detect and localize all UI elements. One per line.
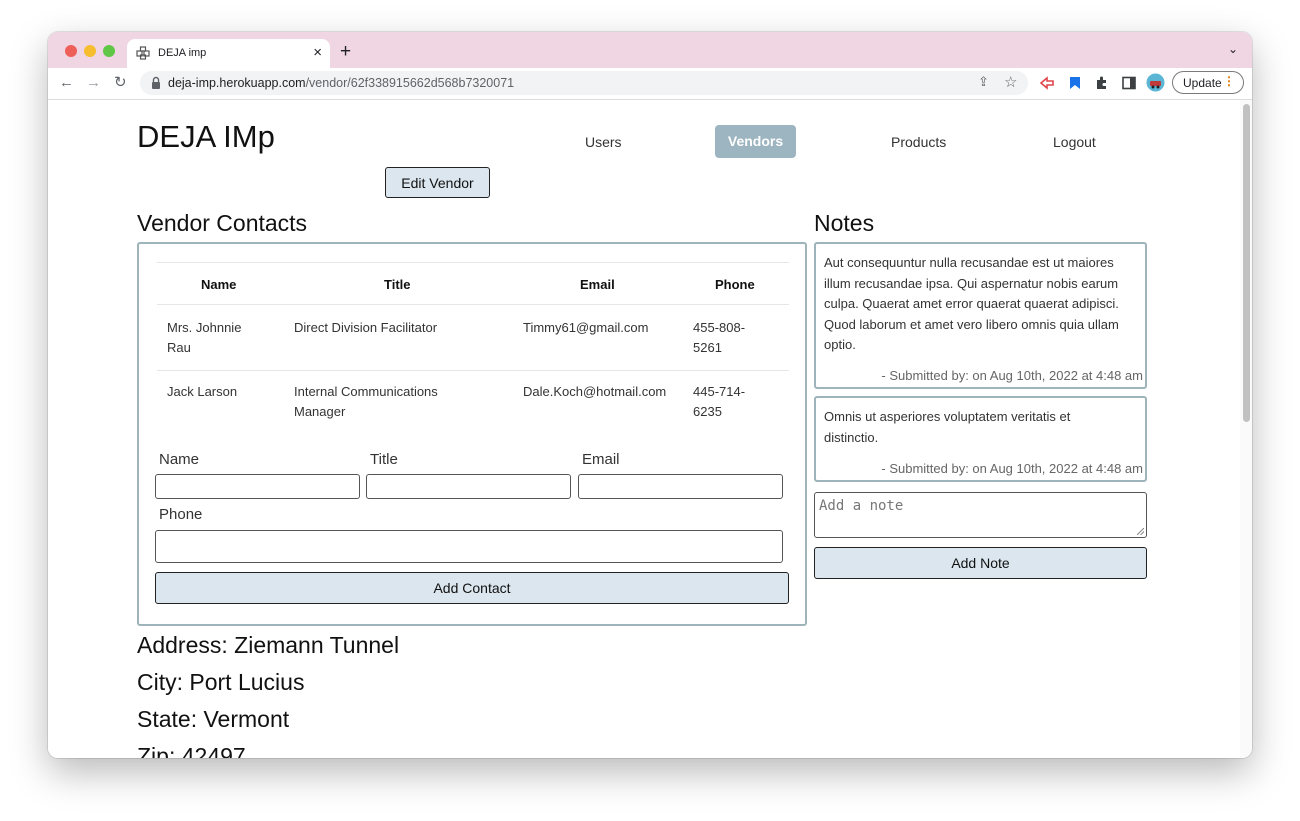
cell-email: Timmy61@gmail.com <box>523 320 649 335</box>
tab-title: DEJA imp <box>158 47 207 59</box>
contacts-panel: Name Title Email Phone Mrs. Johnnie Rau … <box>137 242 807 626</box>
notes-heading: Notes <box>814 210 875 236</box>
more-options-icon: ⋮ <box>1223 74 1235 88</box>
add-note-button[interactable]: Add Note <box>814 547 1147 579</box>
note-line: Aut consequuntur nulla recusandae est ut… <box>824 255 1114 270</box>
note-text: Aut consequuntur nulla recusandae est ut… <box>824 253 1140 356</box>
side-panel-icon[interactable] <box>1121 75 1137 91</box>
tab-strip: DEJA imp × + ⌄ <box>48 32 1252 68</box>
url-text: deja-imp.herokuapp.com/vendor/62f3389156… <box>168 76 514 90</box>
note-text: Omnis ut asperiores voluptatem veritatis… <box>824 407 1140 448</box>
phone-field-label: Phone <box>159 506 203 523</box>
note-card: Omnis ut asperiores voluptatem veritatis… <box>814 396 1147 482</box>
url-path: /vendor/62f338915662d568b7320071 <box>305 76 515 90</box>
note-line: optio. <box>824 337 856 352</box>
forward-icon[interactable]: → <box>86 72 101 94</box>
profile-avatar-icon[interactable] <box>1146 73 1165 92</box>
add-note-textarea[interactable]: Add a note <box>814 492 1147 538</box>
contact-title-input[interactable] <box>366 474 571 499</box>
close-window-button[interactable] <box>65 45 77 57</box>
table-top-border <box>157 262 789 263</box>
bookmark-star-icon[interactable]: ☆ <box>1004 73 1017 91</box>
address-bar[interactable]: deja-imp.herokuapp.com/vendor/62f3389156… <box>140 71 1028 95</box>
cell-email: Dale.Koch@hotmail.com <box>523 384 667 399</box>
browser-toolbar: ← → ↻ deja-imp.herokuapp.com/vendor/62f3… <box>48 68 1252 100</box>
browser-window: DEJA imp × + ⌄ ← → ↻ deja-imp.herokuapp.… <box>48 32 1252 758</box>
note-line: Omnis ut asperiores voluptatem veritatis… <box>824 409 1071 424</box>
page-content: DEJA IMp Users Vendors Products Logout E… <box>48 100 1252 758</box>
column-header-phone: Phone <box>715 277 755 292</box>
nav-users[interactable]: Users <box>585 134 622 150</box>
cell-title-line: Internal Communications <box>294 384 438 399</box>
site-favicon-icon <box>136 46 150 60</box>
cell-name-line: Mrs. Johnnie <box>167 320 242 335</box>
cell-title-line: Manager <box>294 404 346 419</box>
contacts-heading: Vendor Contacts <box>137 210 308 236</box>
cell-title: Internal Communications Manager <box>294 382 438 422</box>
cell-name-line: Jack Larson <box>167 384 238 399</box>
url-host: deja-imp.herokuapp.com <box>168 76 306 90</box>
edit-vendor-button[interactable]: Edit Vendor <box>385 167 490 198</box>
extensions-puzzle-icon[interactable] <box>1094 75 1110 91</box>
tab-close-icon[interactable]: × <box>313 44 322 62</box>
cell-title-line: Direct Division Facilitator <box>294 320 438 335</box>
contact-email-input[interactable] <box>578 474 783 499</box>
cell-phone-line: 6235 <box>693 404 722 419</box>
zoom-window-button[interactable] <box>103 45 115 57</box>
name-field-label: Name <box>159 451 200 468</box>
vendor-zip: Zip: 42497 <box>137 743 246 758</box>
note-line: Quod laborum et amet vero libero omnis q… <box>824 316 1119 332</box>
lock-icon <box>152 76 160 89</box>
reload-icon[interactable]: ↻ <box>114 72 127 94</box>
note-line: illum recusandae ipsa. Qui aspernatur no… <box>824 275 1119 291</box>
cell-name-line: Rau <box>167 340 191 355</box>
cell-name: Jack Larson <box>167 382 237 402</box>
minimize-window-button[interactable] <box>84 45 96 57</box>
nav-logout[interactable]: Logout <box>1053 134 1096 150</box>
note-card: Aut consequuntur nulla recusandae est ut… <box>814 242 1147 389</box>
note-placeholder: Add a note <box>819 498 904 514</box>
column-header-email: Email <box>580 277 615 292</box>
cell-phone-line: 5261 <box>693 340 722 355</box>
cell-phone: 455-808- 5261 <box>693 318 745 358</box>
vendor-address: Address: Ziemann Tunnel <box>137 632 400 658</box>
cell-title: Direct Division Facilitator <box>294 318 437 338</box>
vendor-state: State: Vermont <box>137 706 290 732</box>
note-line: distinctio. <box>824 429 879 445</box>
column-header-title: Title <box>384 277 411 292</box>
row-divider <box>157 370 789 371</box>
update-button[interactable]: Update ⋮ <box>1172 71 1244 94</box>
cell-name: Mrs. Johnnie Rau <box>167 318 241 358</box>
add-contact-button[interactable]: Add Contact <box>155 572 789 604</box>
note-submitted-meta: - Submitted by: on Aug 10th, 2022 at 4:4… <box>881 368 1143 383</box>
column-header-name: Name <box>201 277 237 292</box>
browser-tab[interactable]: DEJA imp × <box>127 39 330 68</box>
vendor-city: City: Port Lucius <box>137 669 305 695</box>
extension-bookmark-blue-icon[interactable] <box>1067 75 1083 91</box>
note-line: culpa. Quaerat amet error quaerat quaera… <box>824 296 1119 311</box>
tab-search-icon[interactable]: ⌄ <box>1228 42 1238 56</box>
contact-name-input[interactable] <box>155 474 360 499</box>
brand-title: DEJA IMp <box>137 119 275 154</box>
email-field-label: Email <box>582 451 620 468</box>
nav-vendors[interactable]: Vendors <box>715 125 796 158</box>
note-submitted-meta: - Submitted by: on Aug 10th, 2022 at 4:4… <box>881 461 1143 476</box>
extension-red-arrow-icon[interactable] <box>1039 75 1055 91</box>
title-field-label: Title <box>370 451 398 468</box>
cell-phone: 445-714- 6235 <box>693 382 745 422</box>
share-icon[interactable]: ⇪ <box>978 74 989 90</box>
cell-phone-line: 455-808- <box>693 320 746 335</box>
back-icon[interactable]: ← <box>59 72 74 94</box>
update-label: Update <box>1183 76 1222 90</box>
contact-phone-input[interactable] <box>155 530 783 563</box>
resize-grip-icon[interactable] <box>1137 528 1144 535</box>
nav-products[interactable]: Products <box>891 134 946 150</box>
page-scrollbar[interactable] <box>1240 100 1252 758</box>
cell-phone-line: 445-714- <box>693 384 746 399</box>
new-tab-icon[interactable]: + <box>340 42 351 62</box>
table-header-border <box>157 304 789 305</box>
scrollbar-thumb[interactable] <box>1243 104 1250 422</box>
